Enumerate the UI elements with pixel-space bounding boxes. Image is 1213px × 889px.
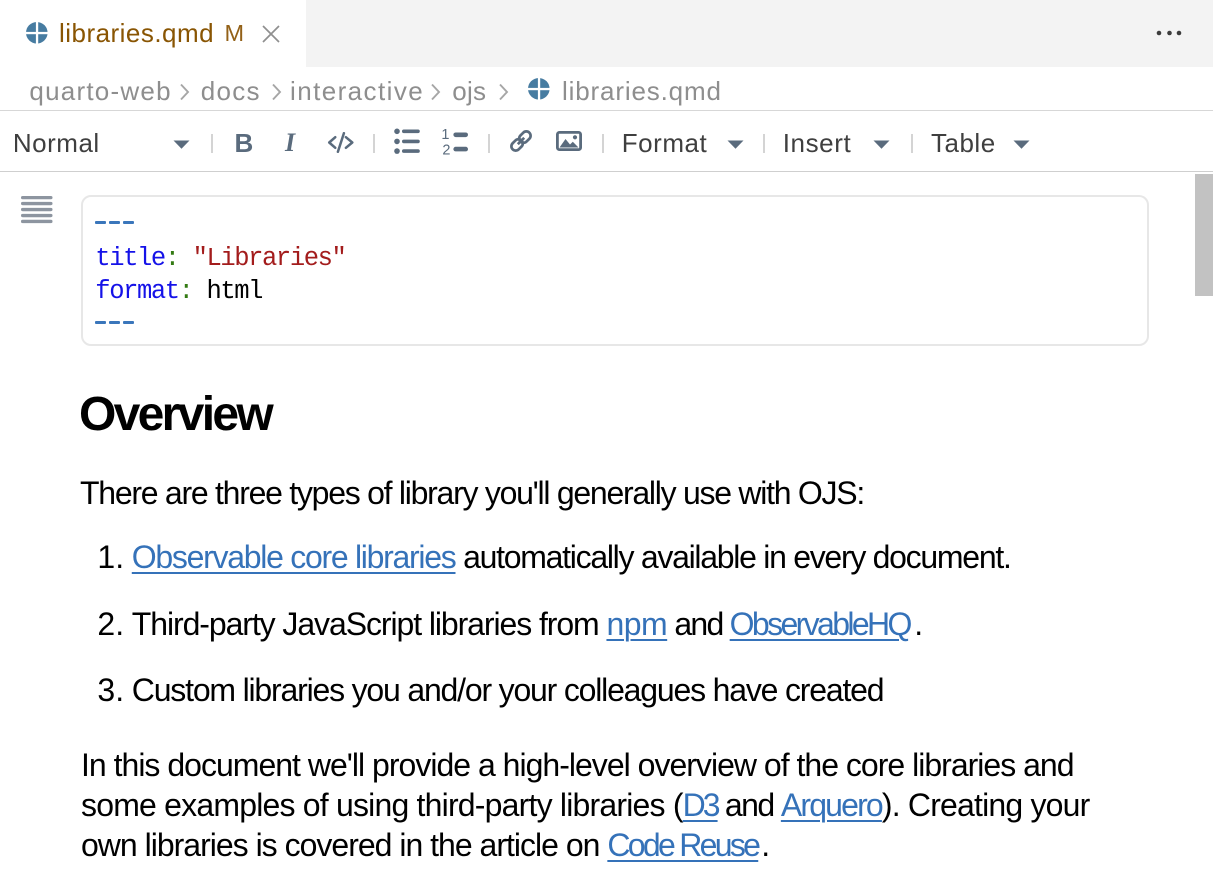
- svg-text:2: 2: [442, 143, 450, 156]
- svg-text:1: 1: [441, 128, 449, 143]
